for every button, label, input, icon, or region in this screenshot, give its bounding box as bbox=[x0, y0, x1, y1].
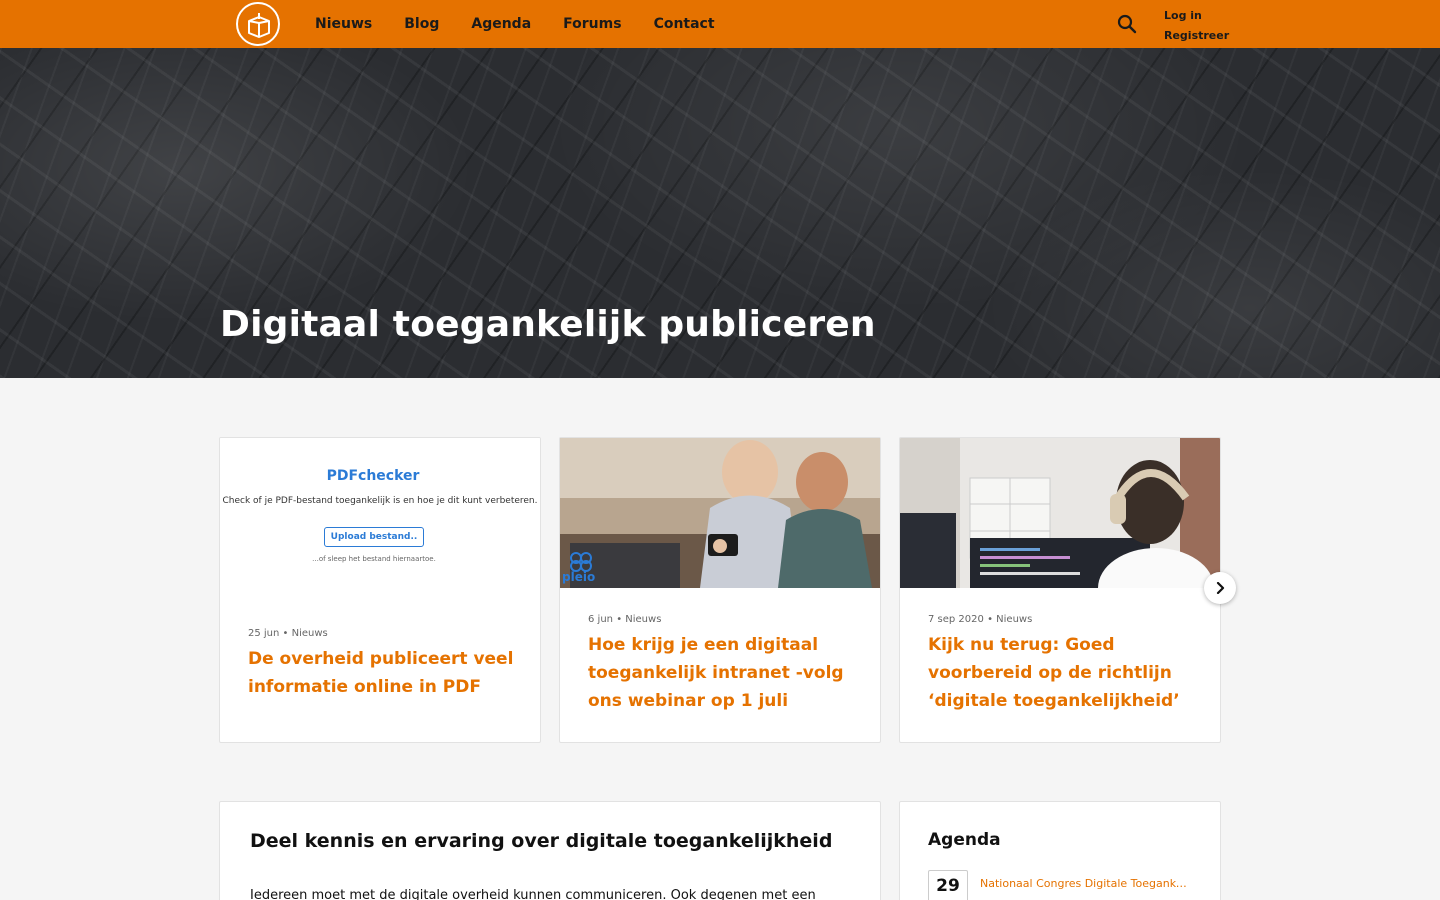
book-box-icon[interactable] bbox=[236, 2, 280, 46]
about-panel: Deel kennis en ervaring over digitale to… bbox=[219, 801, 881, 900]
agenda-panel: Agenda 29 Nationaal Congres Digitale Toe… bbox=[899, 801, 1221, 900]
card-title[interactable]: Kijk nu terug: Goed voorbereid op de ric… bbox=[928, 631, 1194, 715]
meta-separator: • bbox=[616, 614, 626, 625]
about-title: Deel kennis en ervaring over digitale to… bbox=[250, 830, 833, 852]
login-link[interactable]: Log in bbox=[1164, 6, 1229, 26]
top-navigation-bar: Nieuws Blog Agenda Forums Contact Log in… bbox=[0, 0, 1440, 48]
chevron-right-icon[interactable] bbox=[1204, 572, 1236, 604]
agenda-title: Agenda bbox=[928, 830, 1001, 850]
event-date-badge: 29 bbox=[928, 870, 968, 900]
register-link[interactable]: Registreer bbox=[1164, 26, 1229, 46]
card-date: 7 sep 2020 bbox=[928, 614, 984, 625]
card-meta: 6 jun • Nieuws bbox=[588, 614, 661, 625]
pdfchecker-hint: ...of sleep het bestand hiernaartoe. bbox=[312, 555, 436, 563]
meta-separator: • bbox=[282, 628, 292, 639]
nav-forums[interactable]: Forums bbox=[563, 16, 621, 32]
card-title[interactable]: De overheid publiceert veel informatie o… bbox=[248, 645, 514, 701]
card-title[interactable]: Hoe krijg je een digitaal toegankelijk i… bbox=[588, 631, 854, 715]
news-card[interactable]: PDFchecker Check of je PDF-bestand toega… bbox=[219, 437, 541, 743]
card-category: Nieuws bbox=[291, 628, 328, 639]
nav-agenda[interactable]: Agenda bbox=[471, 16, 531, 32]
card-image-pdfchecker: PDFchecker Check of je PDF-bestand toega… bbox=[220, 438, 540, 588]
card-date: 6 jun bbox=[588, 614, 613, 625]
news-card[interactable]: pleio 6 jun • Nieuws Hoe krijg je een di… bbox=[559, 437, 881, 743]
about-text: Iedereen moet met de digitale overheid k… bbox=[250, 888, 816, 900]
pdfchecker-subtitle: Check of je PDF-bestand toegankelijk is … bbox=[222, 496, 538, 506]
card-meta: 7 sep 2020 • Nieuws bbox=[928, 614, 1032, 625]
nav-nieuws[interactable]: Nieuws bbox=[315, 16, 372, 32]
nav-blog[interactable]: Blog bbox=[404, 16, 439, 32]
card-image-people-phone: pleio bbox=[560, 438, 880, 588]
search-icon[interactable] bbox=[1117, 14, 1137, 34]
page-title: Digitaal toegankelijk publiceren bbox=[220, 304, 876, 345]
event-day: 29 bbox=[936, 876, 960, 896]
card-meta: 25 jun • Nieuws bbox=[248, 628, 328, 639]
card-image-developer-headphones bbox=[900, 438, 1220, 588]
card-category: Nieuws bbox=[625, 614, 662, 625]
pleio-logo-text: pleio bbox=[562, 570, 596, 584]
auth-links: Log in Registreer bbox=[1164, 6, 1229, 46]
news-card[interactable]: 7 sep 2020 • Nieuws Kijk nu terug: Goed … bbox=[899, 437, 1221, 743]
upload-button: Upload bestand.. bbox=[324, 527, 424, 547]
main-nav: Nieuws Blog Agenda Forums Contact bbox=[315, 0, 747, 48]
meta-separator: • bbox=[987, 614, 997, 625]
event-title-link[interactable]: Nationaal Congres Digitale Toegankelijkh… bbox=[980, 877, 1192, 890]
nav-contact[interactable]: Contact bbox=[654, 16, 715, 32]
card-date: 25 jun bbox=[248, 628, 280, 639]
card-category: Nieuws bbox=[996, 614, 1033, 625]
hero-banner: Digitaal toegankelijk publiceren bbox=[0, 48, 1440, 378]
pdfchecker-heading: PDFchecker bbox=[326, 468, 420, 484]
